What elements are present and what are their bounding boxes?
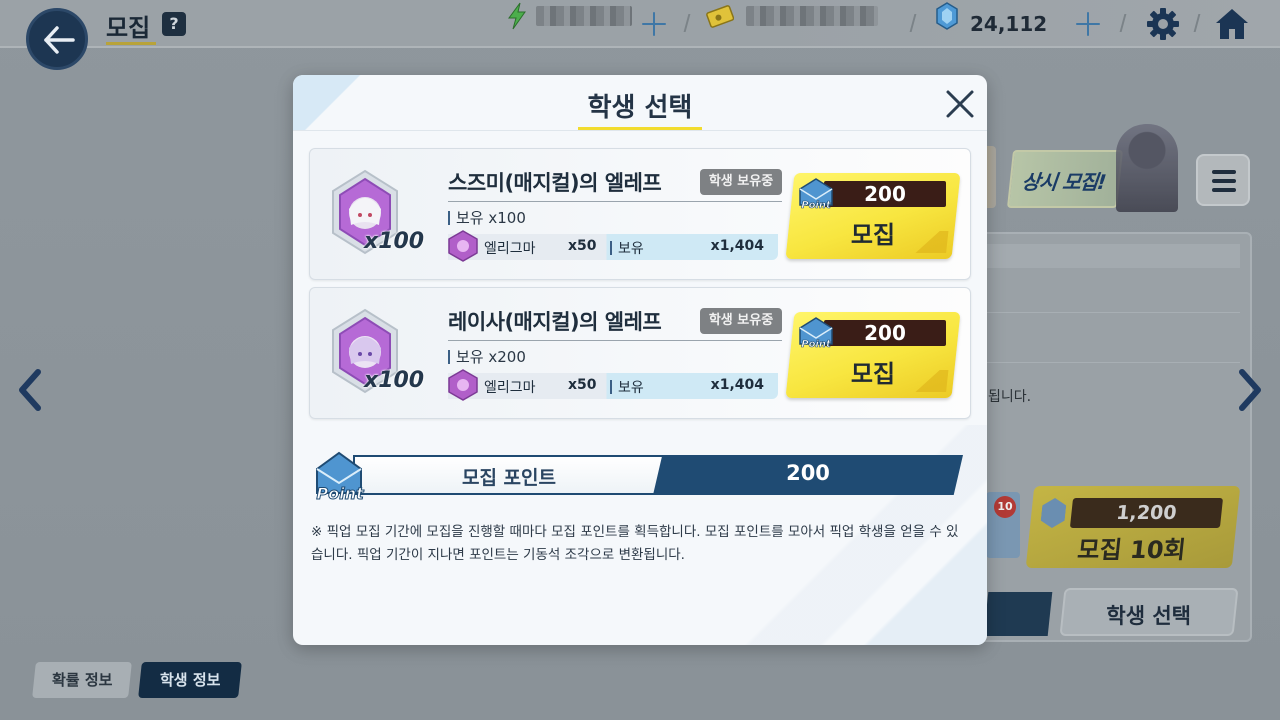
eligma-bar: 엘리그마 x50 보유 x1,404 bbox=[448, 369, 778, 401]
recruit-point-value-box: 200 bbox=[653, 455, 963, 495]
banner-character bbox=[1116, 124, 1178, 212]
eleph-hold: 보유 x100 bbox=[448, 207, 526, 228]
panel-divider bbox=[982, 362, 1240, 363]
portrait-count: x100 bbox=[364, 368, 425, 393]
eleph-hold-label: 보유 x200 bbox=[456, 348, 526, 366]
menu-button[interactable] bbox=[1196, 154, 1250, 206]
name-divider bbox=[448, 340, 782, 341]
eligma-icon bbox=[448, 369, 478, 401]
pyroxene-gem-icon bbox=[1040, 498, 1067, 528]
gem-add-button[interactable] bbox=[1072, 8, 1104, 40]
help-button[interactable]: ? bbox=[162, 12, 186, 36]
name-divider bbox=[448, 201, 782, 202]
ap-value-hidden bbox=[536, 6, 632, 26]
eligma-cost: x50 bbox=[568, 238, 597, 254]
chevron-left-icon bbox=[19, 369, 41, 411]
modal-title: 학생 선택 bbox=[587, 93, 693, 123]
student-card: x100 스즈미(매지컬)의 엘레프 학생 보유중 보유 x100 엘리그마 x… bbox=[309, 148, 971, 280]
point-envelope-icon: Point bbox=[799, 317, 833, 350]
eleph-hold: 보유 x200 bbox=[448, 346, 526, 367]
panel-header-bar bbox=[986, 244, 1240, 268]
recruit-1-button[interactable] bbox=[983, 592, 1053, 636]
gear-icon[interactable] bbox=[1145, 6, 1181, 42]
eligma-name: 엘리그마 bbox=[484, 241, 536, 257]
recruit-point-label: 모집 포인트 bbox=[461, 467, 556, 489]
point-envelope-icon: Point bbox=[799, 178, 833, 211]
recruit-10-button[interactable]: 1,200 모집 10회 bbox=[1025, 486, 1241, 568]
gem-count: 24,112 bbox=[970, 12, 1048, 36]
svg-text:Point: Point bbox=[801, 200, 832, 211]
point-badge-text: Point bbox=[316, 484, 365, 503]
modal-header: 학생 선택 bbox=[293, 75, 987, 131]
owned-badge: 학생 보유중 bbox=[700, 169, 782, 195]
separator bbox=[683, 14, 691, 32]
panel-divider bbox=[982, 312, 1240, 313]
recruit-point-note: ※ 픽업 모집 기간에 모집을 진행할 때마다 모집 포인트를 획득합니다. 모… bbox=[311, 524, 959, 563]
recruit-point-cost: 200 bbox=[824, 181, 946, 207]
chevron-right-icon bbox=[1239, 369, 1261, 411]
envelope-count-badge: 10 bbox=[994, 496, 1016, 518]
eligma-name: 엘리그마 bbox=[484, 380, 536, 396]
arrow-left-icon bbox=[44, 26, 75, 54]
recruit-label: 모집 bbox=[850, 221, 896, 249]
eligma-hold-value: x1,404 bbox=[710, 377, 764, 393]
eleph-hold-label: 보유 x100 bbox=[456, 209, 526, 227]
lightning-icon bbox=[508, 2, 526, 30]
credit-card-icon bbox=[706, 5, 734, 28]
background-info-panel: 됩니다. bbox=[960, 232, 1252, 642]
tab-student-info-label: 학생 정보 bbox=[159, 671, 221, 689]
separator bbox=[909, 14, 917, 32]
student-select-modal: 학생 선택 x100 스즈미(매지컬)의 엘레프 학생 보유중 보유 x100 … bbox=[293, 75, 987, 645]
title-underline bbox=[106, 42, 156, 45]
eligma-cost: x50 bbox=[568, 377, 597, 393]
recruit-10-label: 모집 10회 bbox=[1076, 536, 1188, 564]
point-envelope-icon: Point bbox=[316, 451, 365, 504]
eligma-hold-label: 보유 bbox=[610, 377, 644, 397]
page-title: 모집 bbox=[106, 14, 151, 42]
credit-value-hidden bbox=[746, 6, 878, 26]
recruit-button[interactable]: 200 Point 모집 bbox=[785, 173, 961, 259]
permanent-recruit-banner[interactable]: 상시 모집! bbox=[1006, 150, 1124, 208]
eleph-name: 레이사(매지컬)의 엘레프 bbox=[448, 310, 662, 334]
recruit-point-cost: 200 bbox=[824, 320, 946, 346]
recruit-button[interactable]: 200 Point 모집 bbox=[785, 312, 961, 398]
tab-rate-info-label: 확률 정보 bbox=[51, 671, 113, 689]
select-student-button[interactable]: 학생 선택 bbox=[1059, 588, 1239, 636]
top-bar: 모집 ? 24,112 bbox=[0, 0, 1280, 48]
separator bbox=[1193, 14, 1201, 32]
recruit-point-bar: 모집 포인트 200 Point bbox=[309, 447, 969, 507]
recruit-10-cost: 1,200 bbox=[1069, 498, 1224, 528]
eleph-name: 스즈미(매지컬)의 엘레프 bbox=[448, 171, 662, 195]
separator bbox=[1119, 14, 1127, 32]
eligma-icon bbox=[448, 230, 478, 262]
home-icon[interactable] bbox=[1214, 6, 1250, 42]
svg-text:Point: Point bbox=[801, 339, 832, 350]
eligma-hold-value: x1,404 bbox=[710, 238, 764, 254]
next-banner-arrow[interactable] bbox=[1234, 368, 1266, 412]
close-icon[interactable] bbox=[943, 87, 977, 121]
modal-title-underline bbox=[578, 127, 702, 130]
banner-text: 상시 모집! bbox=[1020, 170, 1107, 194]
tab-student-info[interactable]: 학생 정보 bbox=[138, 662, 242, 698]
student-card: x100 레이사(매지컬)의 엘레프 학생 보유중 보유 x200 엘리그마 x… bbox=[309, 287, 971, 419]
ap-add-button[interactable] bbox=[638, 8, 670, 40]
back-button[interactable] bbox=[26, 8, 88, 70]
portrait-count: x100 bbox=[364, 229, 425, 254]
select-student-label: 학생 선택 bbox=[1106, 604, 1191, 628]
eligma-bar: 엘리그마 x50 보유 x1,404 bbox=[448, 230, 778, 262]
eligma-hold-label: 보유 bbox=[610, 238, 644, 258]
owned-badge: 학생 보유중 bbox=[700, 308, 782, 334]
tab-rate-info[interactable]: 확률 정보 bbox=[32, 662, 132, 698]
recruit-point-value: 200 bbox=[786, 461, 830, 485]
recruit-point-label-box: 모집 포인트 bbox=[353, 455, 663, 495]
recruit-label: 모집 bbox=[850, 360, 896, 388]
panel-notice-text: 됩니다. bbox=[988, 389, 1032, 405]
prev-banner-arrow[interactable] bbox=[14, 368, 46, 412]
pyroxene-gem-icon bbox=[936, 2, 958, 30]
